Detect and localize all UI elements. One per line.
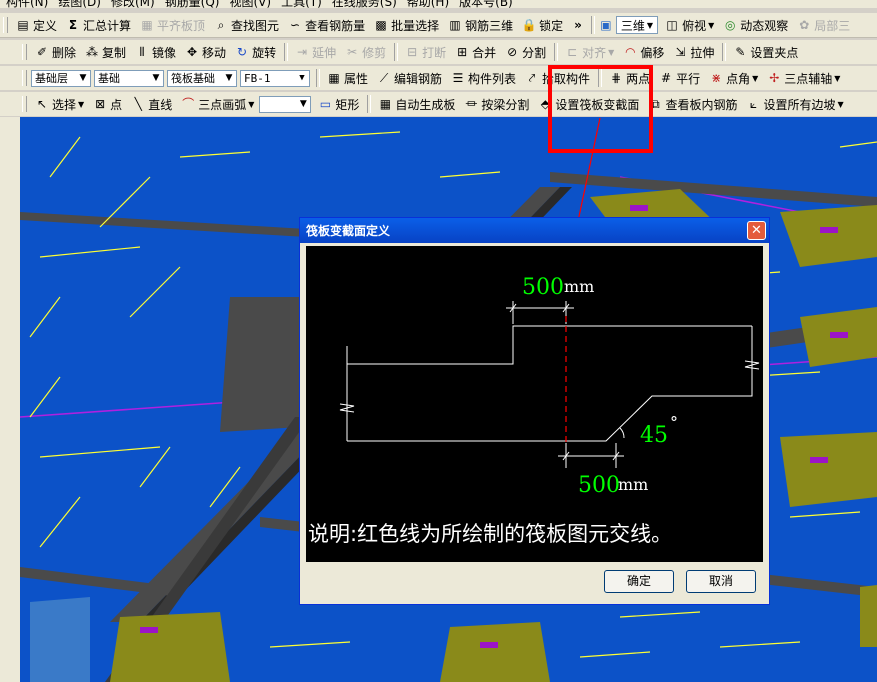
dim-top-unit: mm [564, 277, 594, 296]
dialog-note: 说明:红色线为所绘制的筏板图元交线。 [308, 522, 672, 546]
angle-value: 45 [640, 423, 668, 448]
dialog-title: 筏板变截面定义 [300, 218, 769, 243]
cancel-button[interactable]: 取消 [686, 570, 756, 593]
slab-outline [339, 301, 760, 468]
dim-bottom-unit: mm [618, 475, 648, 494]
angle-unit: ° [670, 413, 678, 432]
close-icon[interactable]: ✕ [747, 221, 766, 240]
ok-button[interactable]: 确定 [604, 570, 674, 593]
section-diagram: 500 mm 45 ° 500 mm 说明:红色线为所绘制的筏板图元交线。 [306, 246, 763, 562]
dim-top-value: 500 [522, 275, 564, 300]
section-diagram-svg: 500 mm 45 ° 500 mm 说明:红色线为所绘制的筏板图元交线。 [308, 275, 760, 546]
dim-bottom-value: 500 [578, 473, 620, 498]
section-definition-dialog: 筏板变截面定义 ✕ 500 mm 45 ° 500 mm 说明:红色线为所绘制的… [299, 217, 770, 605]
